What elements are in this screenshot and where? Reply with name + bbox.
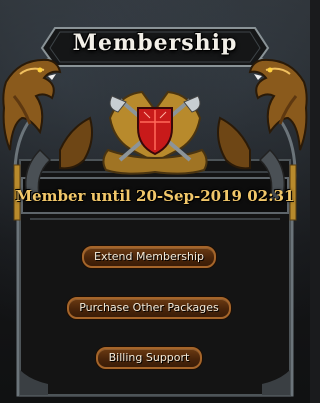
- member-status-text: Member until 20-Sep-2019 02:31: [15, 187, 295, 205]
- membership-window: Membership Member until 20-Sep-2019 02:3…: [0, 0, 310, 403]
- purchase-packages-button[interactable]: Purchase Other Packages: [67, 297, 231, 319]
- billing-support-button[interactable]: Billing Support: [96, 347, 202, 369]
- membership-emblem-icon: [102, 90, 208, 175]
- window-title: Membership: [72, 30, 238, 56]
- extend-membership-button[interactable]: Extend Membership: [82, 246, 216, 268]
